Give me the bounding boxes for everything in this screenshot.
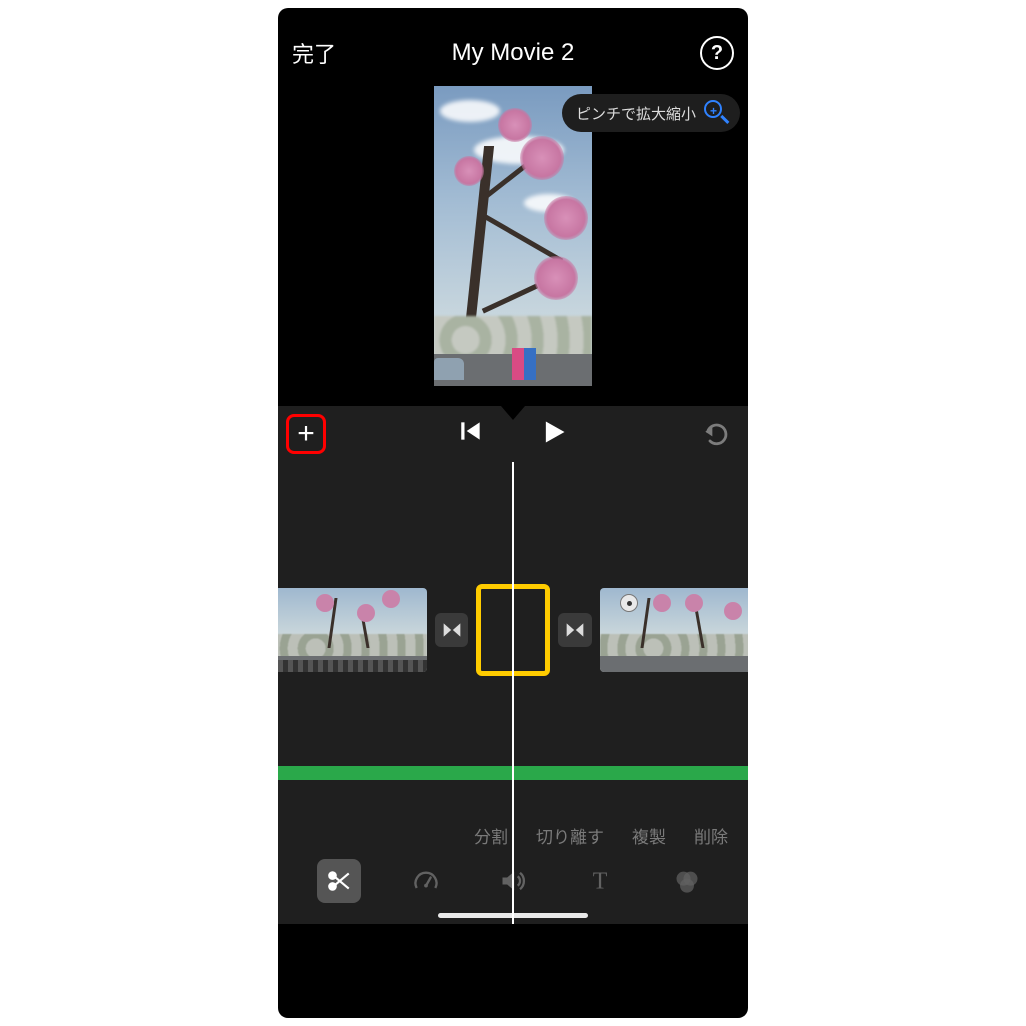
add-media-button[interactable]: +	[286, 414, 326, 454]
filter-tool-button[interactable]	[665, 859, 709, 903]
preview-video-frame	[434, 86, 592, 386]
play-icon	[540, 418, 568, 446]
playback-controls: +	[278, 406, 748, 462]
header-bar: 完了 My Movie 2 ?	[278, 8, 748, 86]
text-icon: T	[587, 868, 613, 894]
playhead-line	[512, 462, 514, 924]
filter-icon	[673, 867, 701, 895]
skip-back-icon	[458, 418, 484, 444]
split-action[interactable]: 分割	[474, 823, 508, 848]
play-button[interactable]	[540, 418, 568, 451]
timeline[interactable]: 分割 切り離す 複製 削除	[278, 462, 748, 924]
pinch-zoom-label: ピンチで拡大縮小	[576, 103, 696, 124]
undo-icon	[702, 420, 732, 448]
project-title: My Movie 2	[452, 39, 575, 67]
speed-tool-button[interactable]	[404, 859, 448, 903]
skip-to-start-button[interactable]	[458, 418, 484, 451]
done-button[interactable]: 完了	[292, 37, 336, 69]
cut-tool-button[interactable]	[317, 859, 361, 903]
svg-text:T: T	[593, 869, 608, 894]
transition-icon	[442, 620, 462, 640]
text-tool-button[interactable]: T	[578, 859, 622, 903]
undo-button[interactable]	[702, 420, 732, 453]
speedometer-icon	[412, 867, 440, 895]
clip-audio-indicator-icon	[620, 594, 638, 612]
detach-action[interactable]: 切り離す	[536, 823, 604, 848]
duplicate-action[interactable]: 複製	[632, 823, 666, 848]
clip-1[interactable]	[278, 588, 427, 672]
preview-area[interactable]: ピンチで拡大縮小 +	[278, 86, 748, 406]
pinch-zoom-tip[interactable]: ピンチで拡大縮小 +	[562, 94, 740, 132]
delete-action[interactable]: 削除	[694, 823, 728, 848]
plus-icon: +	[297, 419, 315, 449]
help-button[interactable]: ?	[700, 36, 734, 70]
transition-button-2[interactable]	[558, 613, 592, 647]
transition-icon	[565, 620, 585, 640]
imovie-editor-screen: 完了 My Movie 2 ? ピンチで拡大縮小 + +	[278, 8, 748, 1018]
scissors-icon	[326, 868, 352, 894]
zoom-in-icon: +	[704, 100, 730, 126]
playhead-marker-icon	[501, 406, 525, 420]
transition-button-1[interactable]	[435, 613, 469, 647]
clip-3[interactable]	[600, 588, 748, 672]
